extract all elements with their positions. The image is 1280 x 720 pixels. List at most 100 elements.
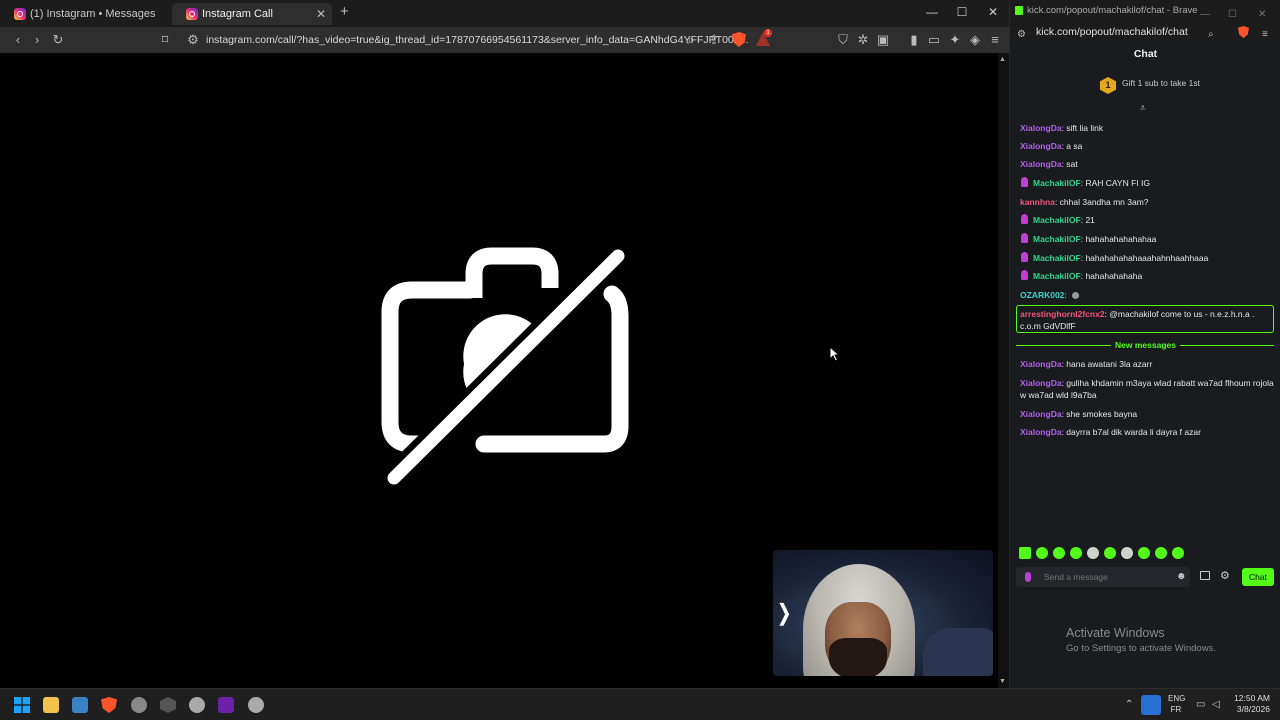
scrollbar[interactable]	[998, 53, 1009, 688]
brave-browser-icon[interactable]	[101, 697, 117, 713]
extensions-icon[interactable]: ✲	[854, 32, 872, 48]
maximize-button[interactable]: ☐	[947, 5, 977, 19]
emote-icon[interactable]	[1104, 547, 1116, 559]
tab-instagram-call[interactable]: Instagram Call ✕	[172, 3, 332, 25]
wallet-icon[interactable]: ▭	[925, 32, 943, 48]
chat-username[interactable]: XialongDa	[1020, 123, 1062, 133]
emote-icon[interactable]	[1053, 547, 1065, 559]
microphone-badge-icon	[1021, 252, 1028, 262]
clock-time: 12:50 AM	[1234, 693, 1270, 703]
watermark-subtitle: Go to Settings to activate Windows.	[1066, 643, 1216, 654]
clock[interactable]: 12:50 AM 3/8/2026	[1232, 693, 1270, 715]
site-settings-icon[interactable]: ⚙	[184, 32, 202, 48]
emote-icon[interactable]	[1138, 547, 1150, 559]
emote-icon[interactable]	[1036, 547, 1048, 559]
popout-title-bar: kick.com/popout/machakilof/chat - Brave …	[1010, 0, 1280, 22]
chevron-down-icon[interactable]: ⩡	[1140, 103, 1146, 114]
scroll-up-icon[interactable]: ▲	[999, 56, 1006, 63]
kick-chat-popout: kick.com/popout/machakilof/chat - Brave …	[1009, 0, 1280, 688]
chat-username[interactable]: XialongDa	[1020, 359, 1062, 369]
scroll-down-icon[interactable]: ▼	[999, 678, 1006, 685]
chat-text: : dayrra b7al dik warda li dayra f azar	[1061, 427, 1201, 437]
language-indicator[interactable]: ENG FR	[1168, 693, 1185, 715]
chat-username[interactable]: XialongDa	[1020, 427, 1062, 437]
self-video-preview[interactable]: ❭	[773, 550, 993, 676]
app-icon[interactable]	[131, 697, 147, 713]
chat-username[interactable]: MachakilOF	[1033, 271, 1081, 281]
tab-instagram-messages[interactable]: (1) Instagram • Messages	[0, 3, 170, 25]
camera-off-icon	[381, 244, 631, 488]
microphone-badge-icon	[1021, 214, 1028, 224]
emote-icon[interactable]	[1019, 547, 1031, 559]
chat-send-button[interactable]: Chat	[1242, 568, 1274, 586]
app-icon[interactable]	[160, 697, 176, 713]
person-beard	[829, 638, 887, 676]
gear-icon[interactable]: ⚙	[1220, 569, 1230, 582]
menu-icon[interactable]: ≡	[1262, 25, 1268, 45]
chat-username[interactable]: XialongDa	[1020, 159, 1062, 169]
chevron-up-icon[interactable]: ⌃	[1125, 699, 1133, 710]
instagram-icon	[14, 8, 26, 20]
menu-icon[interactable]: ≡	[986, 32, 1004, 48]
emoji-icon[interactable]: ☻	[1176, 571, 1187, 582]
chat-username[interactable]: MachakilOF	[1033, 215, 1081, 225]
leo-ai-icon[interactable]: ✦	[946, 32, 964, 48]
bookmark-icon[interactable]: ⌑	[156, 32, 174, 48]
volume-icon[interactable]: ◁	[1212, 699, 1220, 710]
chat-username[interactable]: OZARK002	[1020, 290, 1064, 300]
back-icon[interactable]: ‹	[9, 32, 27, 48]
emote-icon	[1072, 292, 1080, 299]
zoom-icon[interactable]: ⌕	[682, 32, 700, 48]
new-tab-button[interactable]: +	[340, 3, 349, 20]
chat-username[interactable]: XialongDa	[1020, 378, 1062, 388]
screenshot-icon[interactable]: ▣	[874, 32, 892, 48]
chat-message: XialongDa: sat	[1020, 158, 1275, 170]
sidebar-icon[interactable]: ▮	[905, 32, 923, 48]
chat-text: : sat	[1061, 159, 1078, 169]
new-messages-divider[interactable]: New messages	[1010, 340, 1280, 350]
emote-icon[interactable]	[1070, 547, 1082, 559]
vpn-shield-icon[interactable]: ⛉	[834, 32, 852, 48]
chat-username[interactable]: MachakilOF	[1033, 178, 1081, 188]
microphone-badge-icon	[1021, 270, 1028, 280]
app-icon[interactable]	[189, 697, 205, 713]
app-icon[interactable]	[218, 697, 234, 713]
close-window-button[interactable]: ✕	[978, 5, 1008, 19]
emote-icon[interactable]	[1155, 547, 1167, 559]
emote-icon[interactable]	[1087, 547, 1099, 559]
tab-strip: (1) Instagram • Messages Instagram Call …	[0, 0, 1009, 27]
emote-icon[interactable]	[1172, 547, 1184, 559]
send-message-input[interactable]	[1044, 571, 1164, 583]
chat-username[interactable]: MachakilOF	[1033, 234, 1081, 244]
popout-address-bar[interactable]: ⚙ kick.com/popout/machakilof/chat ⌕ ≡	[1010, 22, 1280, 42]
network-icon[interactable]: ▭	[1196, 699, 1205, 710]
chat-username[interactable]: XialongDa	[1020, 409, 1062, 419]
site-settings-icon[interactable]: ⚙	[1017, 25, 1026, 45]
reload-icon[interactable]: ↻	[49, 32, 67, 48]
minimize-button[interactable]: —	[917, 5, 947, 19]
collapse-preview-icon[interactable]: ❭	[775, 600, 793, 626]
gift-icon[interactable]	[1200, 571, 1210, 580]
file-explorer-icon[interactable]	[43, 697, 59, 713]
start-button[interactable]	[14, 697, 30, 713]
microphone-badge-icon	[1025, 572, 1031, 582]
chat-username[interactable]: XialongDa	[1020, 141, 1062, 151]
brave-shields-icon[interactable]	[1238, 26, 1249, 38]
app-icon[interactable]	[248, 697, 264, 713]
vpn-icon[interactable]: ◈	[966, 32, 984, 48]
close-tab-icon[interactable]: ✕	[316, 3, 326, 25]
chat-username[interactable]: kannhna	[1020, 197, 1055, 207]
highlight-frame	[1016, 305, 1274, 333]
emote-icon[interactable]	[1121, 547, 1133, 559]
emote-bar	[1018, 546, 1278, 560]
instagram-icon	[186, 8, 198, 20]
gift-leaderboard[interactable]: 1 Gift 1 sub to take 1st	[1010, 74, 1280, 96]
share-icon[interactable]: ⇪	[705, 32, 723, 48]
lang-bottom: FR	[1170, 705, 1182, 714]
message-box[interactable]: ☻	[1016, 567, 1190, 587]
microphone-icon[interactable]	[1141, 695, 1161, 715]
forward-icon[interactable]: ›	[28, 32, 46, 48]
store-icon[interactable]	[72, 697, 88, 713]
zoom-icon[interactable]: ⌕	[1208, 25, 1214, 45]
chat-username[interactable]: MachakilOF	[1033, 253, 1081, 263]
